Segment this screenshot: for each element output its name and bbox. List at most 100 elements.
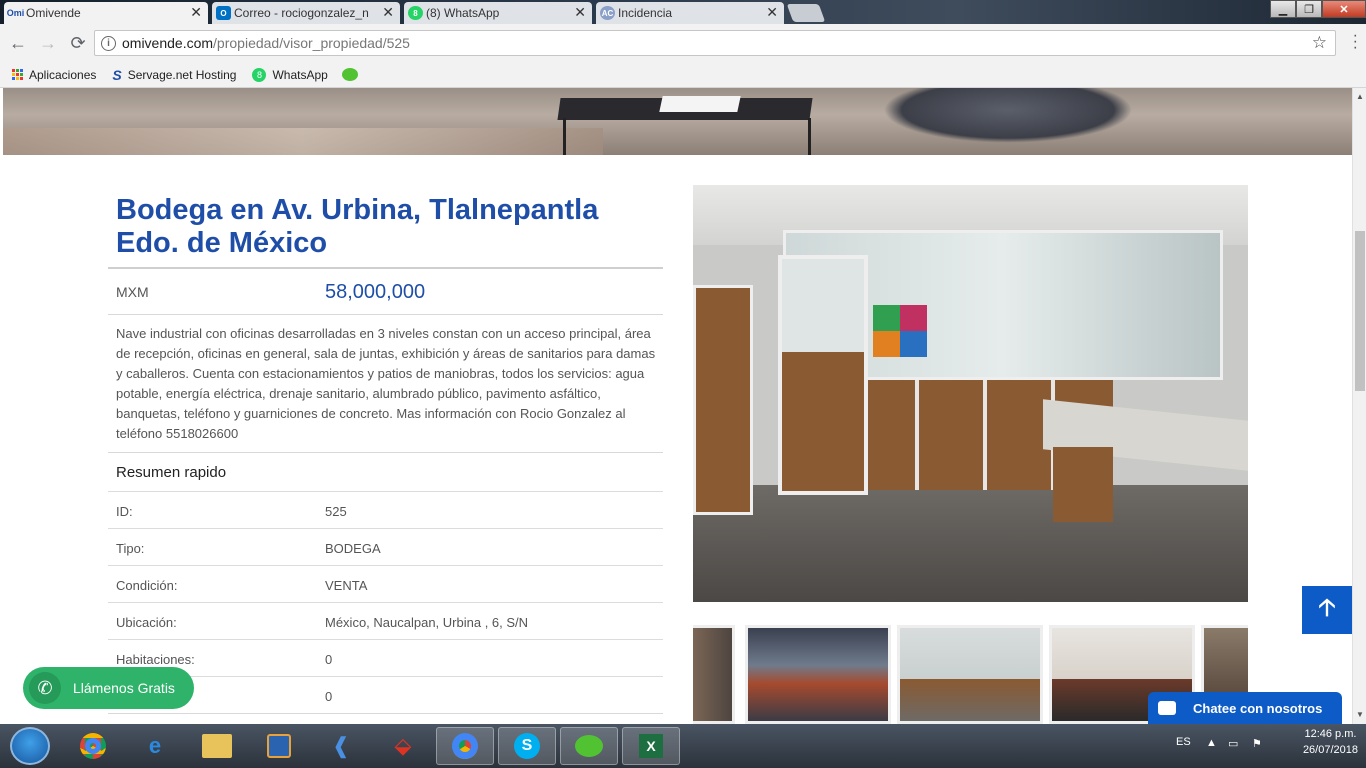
close-icon[interactable]: ✕	[574, 4, 586, 21]
divider	[108, 713, 663, 714]
thumbnail[interactable]	[693, 625, 735, 724]
thumbnail[interactable]	[745, 625, 891, 724]
divider	[108, 314, 663, 315]
tab-correo[interactable]: O Correo - rociogonzalez_n ✕	[212, 2, 400, 24]
close-icon[interactable]: ✕	[382, 4, 394, 21]
arrow-up-icon[interactable]: 🡡	[1302, 586, 1352, 634]
bookmark-star-icon[interactable]: ☆	[1312, 33, 1327, 53]
phone-icon: ✆	[29, 672, 61, 704]
pdf-taskbar-icon[interactable]: ⬙	[374, 727, 432, 765]
back-arrow-icon[interactable]: ←	[6, 31, 30, 55]
media-player-taskbar-icon[interactable]	[250, 727, 308, 765]
summary-row-tipo: Tipo: BODEGA	[108, 528, 663, 565]
bookmark-aplicaciones[interactable]: Aplicaciones	[12, 68, 96, 82]
page-scrollbar[interactable]: ▲ ▼	[1352, 88, 1366, 724]
hero-table-leg	[563, 118, 566, 155]
clock-date: 26/07/2018	[1302, 744, 1358, 756]
hero-chair	[883, 88, 1133, 143]
bookmark-label: Servage.net Hosting	[127, 67, 237, 82]
call-label: Llámenos Gratis	[73, 680, 175, 696]
property-main-photo[interactable]	[693, 185, 1248, 602]
flag-icon[interactable]: ⚑	[1252, 737, 1262, 750]
chrome-active-taskbar-icon[interactable]	[436, 727, 494, 765]
chat-label: Chatee con nosotros	[1193, 700, 1323, 716]
servage-s-icon: S	[112, 66, 122, 83]
summary-value: 0	[325, 689, 333, 704]
address-bar[interactable]: i omivende.com/propiedad/visor_propiedad…	[94, 30, 1336, 56]
minimize-icon[interactable]: ▁	[1270, 0, 1296, 18]
photo-left-wall	[693, 285, 753, 515]
tray-expand-icon[interactable]: ▲	[1206, 737, 1217, 749]
photo-artwork	[873, 305, 927, 357]
incidencia-favicon-icon: AC	[600, 6, 615, 20]
summary-key: ID:	[116, 504, 133, 519]
photo-door	[778, 255, 868, 495]
hero-book	[659, 96, 741, 112]
summary-value: 525	[325, 504, 347, 519]
start-button[interactable]	[10, 727, 50, 765]
tab-title: Correo - rociogonzalez_n	[234, 6, 369, 20]
summary-key: Ubicación:	[116, 615, 177, 630]
tab-whatsapp[interactable]: 8 (8) WhatsApp ✕	[404, 2, 592, 24]
scroll-up-icon[interactable]: ▲	[1356, 92, 1364, 101]
bookmark-label: WhatsApp	[272, 67, 328, 82]
scroll-down-icon[interactable]: ▼	[1356, 710, 1364, 719]
price-currency: MXM	[116, 284, 149, 300]
ie-taskbar-icon[interactable]: e	[126, 727, 184, 765]
browser-menu-icon[interactable]: · · ·	[1353, 28, 1358, 56]
skype-taskbar-icon[interactable]: S	[498, 727, 556, 765]
summary-key: Condición:	[116, 578, 178, 593]
chat-bubble-icon	[1158, 701, 1176, 715]
browser-toolbar: ← → ⟳ i omivende.com/propiedad/visor_pro…	[0, 24, 1366, 62]
sharp-taskbar-icon[interactable]: ❰	[312, 727, 370, 765]
maximize-icon[interactable]: ❐	[1296, 0, 1322, 18]
tab-incidencia[interactable]: AC Incidencia ✕	[596, 2, 784, 24]
property-description: Nave industrial con oficinas desarrollad…	[116, 326, 656, 441]
summary-row-condicion: Condición: VENTA	[108, 565, 663, 602]
summary-value: VENTA	[325, 578, 368, 593]
close-icon[interactable]: ✕	[766, 4, 778, 21]
url-path: /propiedad/visor_propiedad/525	[213, 35, 410, 51]
scrollbar-thumb[interactable]	[1355, 231, 1365, 391]
info-icon[interactable]: i	[101, 35, 116, 51]
chat-button[interactable]: Chatee con nosotros	[1148, 692, 1342, 724]
photo-desk-drawers	[1053, 447, 1113, 522]
summary-value: 0	[325, 652, 333, 667]
summary-row-habitaciones: Habitaciones: 0	[108, 639, 663, 676]
close-window-icon[interactable]: ✕	[1322, 0, 1366, 18]
forward-arrow-icon[interactable]: →	[36, 31, 60, 55]
summary-value: BODEGA	[325, 541, 381, 556]
bookmark-servage[interactable]: S Servage.net Hosting	[112, 67, 236, 83]
property-title: Bodega en Av. Urbina, Tlalnepantla Edo. …	[116, 194, 599, 259]
tab-omivende[interactable]: Omi Omivende ✕	[4, 2, 208, 24]
hero-table-leg	[808, 118, 811, 155]
window-controls: ▁ ❐ ✕	[1270, 0, 1366, 18]
whatsapp-badge-icon: 8	[252, 67, 267, 82]
tab-title: Incidencia	[618, 6, 673, 20]
language-indicator[interactable]: ES	[1176, 736, 1191, 748]
close-icon[interactable]: ✕	[190, 4, 202, 21]
omivende-favicon-icon: Omi	[6, 8, 25, 18]
bookmark-whatsapp[interactable]: 8 WhatsApp	[252, 67, 328, 82]
folder-taskbar-icon[interactable]	[188, 727, 246, 765]
call-free-button[interactable]: ✆ Llámenos Gratis	[23, 667, 194, 709]
hero-rug	[3, 128, 603, 155]
reload-icon[interactable]: ⟳	[66, 31, 90, 55]
new-tab-button[interactable]	[786, 4, 826, 22]
divider	[108, 267, 663, 269]
network-icon[interactable]: ▭	[1228, 737, 1238, 750]
wechat-bookmark[interactable]	[341, 68, 358, 81]
outlook-favicon-icon: O	[216, 6, 231, 20]
url-host: omivende.com	[122, 35, 214, 51]
chrome-taskbar-icon[interactable]	[64, 727, 122, 765]
photo-floor	[693, 485, 1248, 602]
wechat-taskbar-icon[interactable]	[560, 727, 618, 765]
excel-taskbar-icon[interactable]: X	[622, 727, 680, 765]
hero-banner-image	[3, 88, 1352, 155]
bookmark-label: Aplicaciones	[29, 67, 97, 82]
thumbnail[interactable]	[897, 625, 1043, 724]
tab-strip: Omi Omivende ✕ O Correo - rociogonzalez_…	[0, 0, 1366, 24]
clock[interactable]: 12:46 p.m. 26/07/2018	[1303, 726, 1358, 758]
bookmarks-bar: Aplicaciones S Servage.net Hosting 8 Wha…	[0, 62, 1366, 88]
tab-title: (8) WhatsApp	[426, 6, 500, 20]
